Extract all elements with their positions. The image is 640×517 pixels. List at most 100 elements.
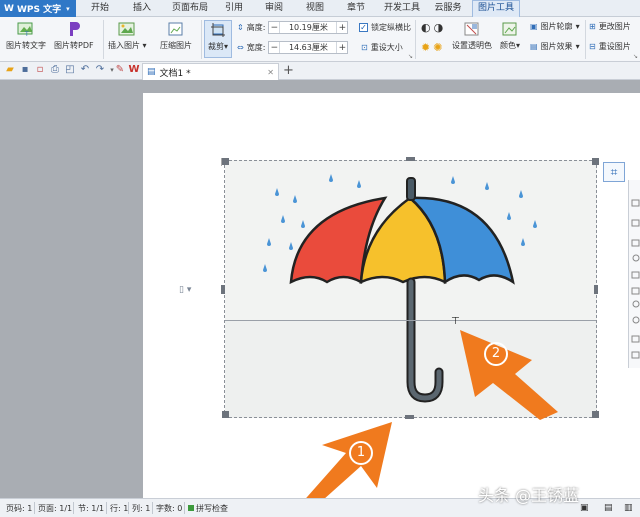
ribbon-toolbar: T 图片转文字 图片转PDF 插入图片 ▾ 压缩图片 裁剪▾ ⇕ 高度: − 1… xyxy=(0,17,640,62)
print-view-icon[interactable]: ▤ xyxy=(604,503,613,513)
wps-logo-icon: W xyxy=(4,3,14,14)
expand-group-icon[interactable]: ↘ xyxy=(633,53,638,60)
compress-picture-label: 压缩图片 xyxy=(160,41,192,50)
web-view-icon[interactable]: ▥ xyxy=(624,503,633,513)
tab-page-layout[interactable]: 页面布局 xyxy=(168,0,212,17)
sun-down-icon[interactable]: ✺ xyxy=(433,41,442,54)
crop-handle-bottom[interactable] xyxy=(405,415,414,419)
document-tab[interactable]: ▤ 文档1 * ✕ xyxy=(142,63,279,80)
expand-group-icon[interactable]: ↘ xyxy=(408,53,413,60)
pic-to-text-button[interactable]: T 图片转文字 xyxy=(6,21,46,51)
picture-effect-button[interactable]: ▤ 图片效果 ▾ xyxy=(530,41,580,52)
insert-picture-button[interactable]: 插入图片 ▾ xyxy=(108,21,147,51)
height-stepper[interactable]: − 10.19厘米 + xyxy=(268,21,349,34)
format-painter-icon[interactable]: ✎ xyxy=(114,64,126,76)
app-menu-button[interactable]: W WPS 文字 ▾ xyxy=(0,0,76,17)
transparent-color-icon xyxy=(463,21,481,37)
layout-view-icon[interactable]: ▣ xyxy=(580,503,589,513)
plus-icon[interactable]: + xyxy=(337,23,347,33)
document-tab-title: 文档1 * xyxy=(159,68,191,79)
tab-chapter[interactable]: 章节 xyxy=(342,0,370,17)
reset-picture-label: 重设图片 xyxy=(598,42,631,51)
tab-review[interactable]: 审阅 xyxy=(260,0,288,17)
height-control: ⇕ 高度: − 10.19厘米 + xyxy=(237,21,349,34)
redo-icon[interactable]: ↷ xyxy=(94,64,106,76)
tab-view[interactable]: 视图 xyxy=(301,0,329,17)
open-folder-icon[interactable]: ▰ xyxy=(4,64,16,76)
height-label: 高度: xyxy=(246,23,266,32)
menu-bar: W WPS 文字 ▾ 开始 插入 页面布局 引用 审阅 视图 章节 开发工具 云… xyxy=(0,0,640,17)
tab-home[interactable]: 开始 xyxy=(86,0,114,17)
reset-size-button[interactable]: ⊡ 重设大小 xyxy=(361,42,403,53)
set-transparent-label: 设置透明色 xyxy=(452,41,492,50)
width-stepper[interactable]: − 14.63厘米 + xyxy=(268,41,349,54)
color-button[interactable]: 颜色▾ xyxy=(500,21,520,51)
brightness-icon[interactable]: ◑ xyxy=(434,21,444,34)
print-icon[interactable]: ⎙ xyxy=(49,64,61,76)
crop-handle-bottom-left[interactable] xyxy=(222,411,229,418)
undo-icon[interactable]: ↶ xyxy=(79,64,91,76)
minus-icon[interactable]: − xyxy=(269,23,279,33)
sun-up-icon[interactable]: ✹ xyxy=(421,41,430,54)
width-input[interactable]: 14.63厘米 xyxy=(279,42,338,53)
paragraph-layout-icon[interactable]: ▯ ▾ xyxy=(179,285,191,295)
change-picture-button[interactable]: ⊞ 更改图片 xyxy=(589,21,631,32)
picture-outline-icon: ▣ xyxy=(530,22,538,31)
contrast-icon[interactable]: ◐ xyxy=(421,21,431,34)
tab-developer[interactable]: 开发工具 xyxy=(380,0,424,17)
crop-handle-top[interactable] xyxy=(406,157,415,161)
reset-picture-button[interactable]: ⊟ 重设图片 xyxy=(589,41,631,52)
height-input[interactable]: 10.19厘米 xyxy=(279,22,338,33)
wps-w-icon[interactable]: W xyxy=(128,64,140,76)
reset-size-icon: ⊡ xyxy=(361,43,368,52)
pic-to-pdf-button[interactable]: 图片转PDF xyxy=(54,21,94,51)
set-transparent-button[interactable]: 设置透明色 xyxy=(452,21,492,51)
crop-handle-top-left[interactable] xyxy=(222,158,229,165)
minus-icon[interactable]: − xyxy=(269,43,279,53)
lock-ratio-checkbox[interactable]: ✓ 锁定纵横比 xyxy=(359,22,411,33)
export-pdf-icon[interactable]: ▫ xyxy=(34,64,46,76)
tab-picture-tools[interactable]: 图片工具 xyxy=(472,0,520,17)
crop-button[interactable]: 裁剪▾ xyxy=(204,20,232,58)
compress-picture-icon xyxy=(167,21,185,37)
plus-icon[interactable]: + xyxy=(337,43,347,53)
picture-outline-label: 图片轮廓 xyxy=(540,22,573,31)
status-pages: 页面: 1/1 xyxy=(38,504,73,513)
tab-bar: ▰ ▪ ▫ ⎙ ◰ ↶ ↷ ▾ ✎ W ▤ 文档1 * ✕ + xyxy=(0,62,640,80)
tab-references[interactable]: 引用 xyxy=(220,0,248,17)
pic-to-text-icon: T xyxy=(17,21,35,37)
crop-icon: ⌗ xyxy=(610,165,618,179)
svg-text:T: T xyxy=(24,31,29,37)
new-tab-button[interactable]: + xyxy=(283,63,294,78)
spell-check-indicator-icon xyxy=(188,505,194,511)
crop-handle-bottom-right[interactable] xyxy=(592,411,599,418)
crop-handle-top-right[interactable] xyxy=(592,158,599,165)
width-control: ⇔ 宽度: − 14.63厘米 + xyxy=(237,41,349,54)
right-side-panel[interactable] xyxy=(628,180,640,368)
spell-check-toggle[interactable]: 拼写检查 xyxy=(188,503,228,514)
tab-insert[interactable]: 插入 xyxy=(128,0,156,17)
compress-picture-button[interactable]: 压缩图片 xyxy=(160,21,192,51)
insert-picture-label: 插入图片 ▾ xyxy=(108,41,147,50)
change-picture-label: 更改图片 xyxy=(598,22,631,31)
step-marker-1: 1 xyxy=(349,441,373,465)
chevron-down-icon: ▾ xyxy=(575,22,580,31)
print-preview-icon[interactable]: ◰ xyxy=(64,64,76,76)
checkbox-checked-icon: ✓ xyxy=(359,23,368,32)
crop-handle-right[interactable] xyxy=(594,285,598,294)
insert-picture-icon xyxy=(118,21,136,37)
lock-ratio-label: 锁定纵横比 xyxy=(371,23,411,32)
picture-outline-button[interactable]: ▣ 图片轮廓 ▾ xyxy=(530,21,580,32)
pdf-icon xyxy=(65,21,83,37)
change-picture-icon: ⊞ xyxy=(589,22,596,31)
close-icon[interactable]: ✕ xyxy=(267,68,274,77)
tab-cloud[interactable]: 云服务 xyxy=(430,0,466,17)
save-icon[interactable]: ▪ xyxy=(19,64,31,76)
document-icon: ▤ xyxy=(147,67,156,77)
crop-float-button[interactable]: ⌗ xyxy=(603,162,625,182)
width-icon: ⇔ xyxy=(237,43,244,52)
picture-effect-label: 图片效果 xyxy=(540,42,573,51)
status-row: 行: 1 xyxy=(110,504,129,513)
crop-handle-left[interactable] xyxy=(221,285,225,294)
picture-effect-icon: ▤ xyxy=(530,42,538,51)
